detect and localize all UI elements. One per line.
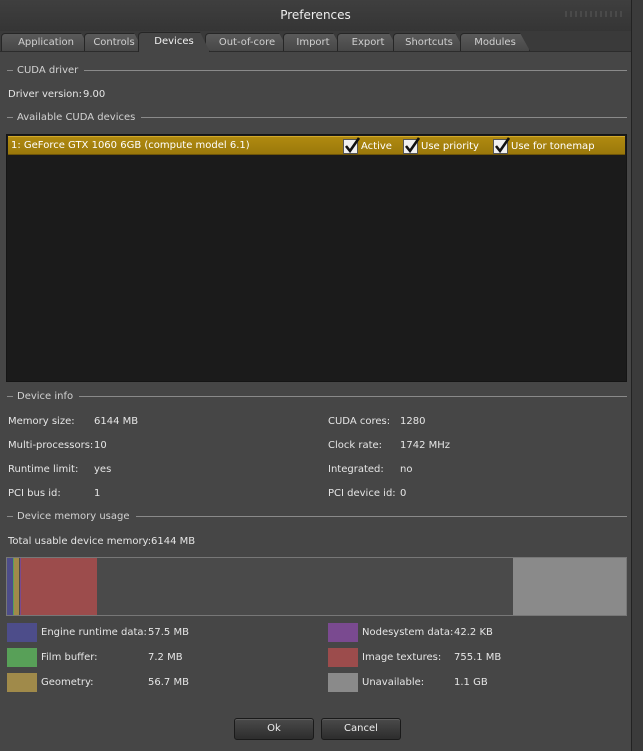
engine-runtime-value: 57.5 MB <box>148 627 189 638</box>
ok-button[interactable]: Ok <box>234 718 314 740</box>
runtime-limit-value: yes <box>94 464 112 475</box>
memory-size-label: Memory size: <box>8 416 75 427</box>
integrated-label: Integrated: <box>328 464 384 475</box>
checkmark-icon <box>494 136 511 153</box>
multiprocessors-label: Multi-processors: <box>8 440 94 451</box>
section-title: CUDA driver <box>17 64 79 76</box>
use-for-tonemap-checkbox[interactable] <box>493 136 511 154</box>
geometry-label: Geometry: <box>41 677 94 688</box>
nodesystem-label: Nodesystem data: <box>362 627 454 638</box>
active-checkbox[interactable] <box>343 136 361 154</box>
cancel-button[interactable]: Cancel <box>321 718 401 740</box>
window-title: Preferences <box>280 8 351 22</box>
tab-application[interactable]: Application <box>1 33 91 51</box>
memory-segment-unavailable <box>512 558 626 615</box>
image-textures-swatch <box>328 648 358 667</box>
cuda-cores-value: 1280 <box>400 416 426 427</box>
tab-devices[interactable]: Devices <box>138 32 210 52</box>
geometry-swatch <box>7 673 37 692</box>
section-title: Device memory usage <box>17 510 130 522</box>
total-memory-value: 6144 MB <box>151 536 196 547</box>
device-row[interactable]: 1: GeForce GTX 1060 6GB (compute model 6… <box>8 136 625 155</box>
section-title: Available CUDA devices <box>17 111 136 123</box>
geometry-value: 56.7 MB <box>148 677 189 688</box>
tab-export[interactable]: Export <box>337 33 399 51</box>
driver-version-value: 9.00 <box>83 89 106 100</box>
engine-runtime-swatch <box>7 623 37 642</box>
title-grip <box>565 11 625 17</box>
pci-device-id-label: PCI device id: <box>328 488 396 499</box>
tab-out-of-core[interactable]: Out-of-core <box>205 33 289 51</box>
nodesystem-value: 42.2 KB <box>454 627 493 638</box>
tab-modules[interactable]: Modules <box>460 33 530 51</box>
cuda-cores-label: CUDA cores: <box>328 416 391 427</box>
preferences-window: Preferences Application Controls Devices… <box>0 0 632 751</box>
use-for-tonemap-toggle[interactable]: Use for tonemap <box>493 136 595 154</box>
image-textures-value: 755.1 MB <box>454 652 502 663</box>
integrated-value: no <box>400 464 413 475</box>
background-window-edge <box>632 0 643 751</box>
device-name: 1: GeForce GTX 1060 6GB (compute model 6… <box>11 140 250 151</box>
runtime-limit-label: Runtime limit: <box>8 464 79 475</box>
section-device-memory-usage: Device memory usage <box>7 510 627 522</box>
film-buffer-value: 7.2 MB <box>148 652 183 663</box>
section-available-devices: Available CUDA devices <box>7 111 627 123</box>
multiprocessors-value: 10 <box>94 440 107 451</box>
title-bar[interactable]: Preferences <box>0 0 631 31</box>
use-priority-label: Use priority <box>421 140 479 152</box>
memory-usage-bar <box>6 557 627 616</box>
checkmark-icon <box>404 136 421 153</box>
use-priority-toggle[interactable]: Use priority <box>403 136 479 154</box>
memory-segment-textures <box>20 558 97 615</box>
pci-bus-id-value: 1 <box>94 488 101 499</box>
pci-device-id-value: 0 <box>400 488 407 499</box>
image-textures-label: Image textures: <box>362 652 442 663</box>
engine-runtime-label: Engine runtime data: <box>41 627 147 638</box>
active-label: Active <box>361 140 392 152</box>
tab-shortcuts[interactable]: Shortcuts <box>393 33 465 51</box>
use-priority-checkbox[interactable] <box>403 136 421 154</box>
film-buffer-swatch <box>7 648 37 667</box>
tab-controls[interactable]: Controls <box>84 33 144 51</box>
total-memory-label: Total usable device memory: <box>8 536 152 547</box>
unavailable-value: 1.1 GB <box>454 677 488 688</box>
pci-bus-id-label: PCI bus id: <box>8 488 61 499</box>
use-for-tonemap-label: Use for tonemap <box>511 140 595 152</box>
film-buffer-label: Film buffer: <box>41 652 98 663</box>
section-cuda-driver: CUDA driver <box>7 64 627 76</box>
nodesystem-swatch <box>328 623 358 642</box>
driver-version-label: Driver version: <box>8 89 82 100</box>
device-list[interactable]: 1: GeForce GTX 1060 6GB (compute model 6… <box>6 134 627 382</box>
clock-rate-label: Clock rate: <box>328 440 383 451</box>
tab-import[interactable]: Import <box>283 33 343 51</box>
unavailable-swatch <box>328 673 358 692</box>
tab-bar: Application Controls Devices Out-of-core… <box>0 31 631 52</box>
unavailable-label: Unavailable: <box>362 677 425 688</box>
clock-rate-value: 1742 MHz <box>400 440 451 451</box>
section-title: Device info <box>17 390 74 402</box>
checkmark-icon <box>344 136 361 153</box>
active-toggle[interactable]: Active <box>343 136 392 154</box>
section-device-info: Device info <box>7 390 627 402</box>
memory-size-value: 6144 MB <box>94 416 139 427</box>
